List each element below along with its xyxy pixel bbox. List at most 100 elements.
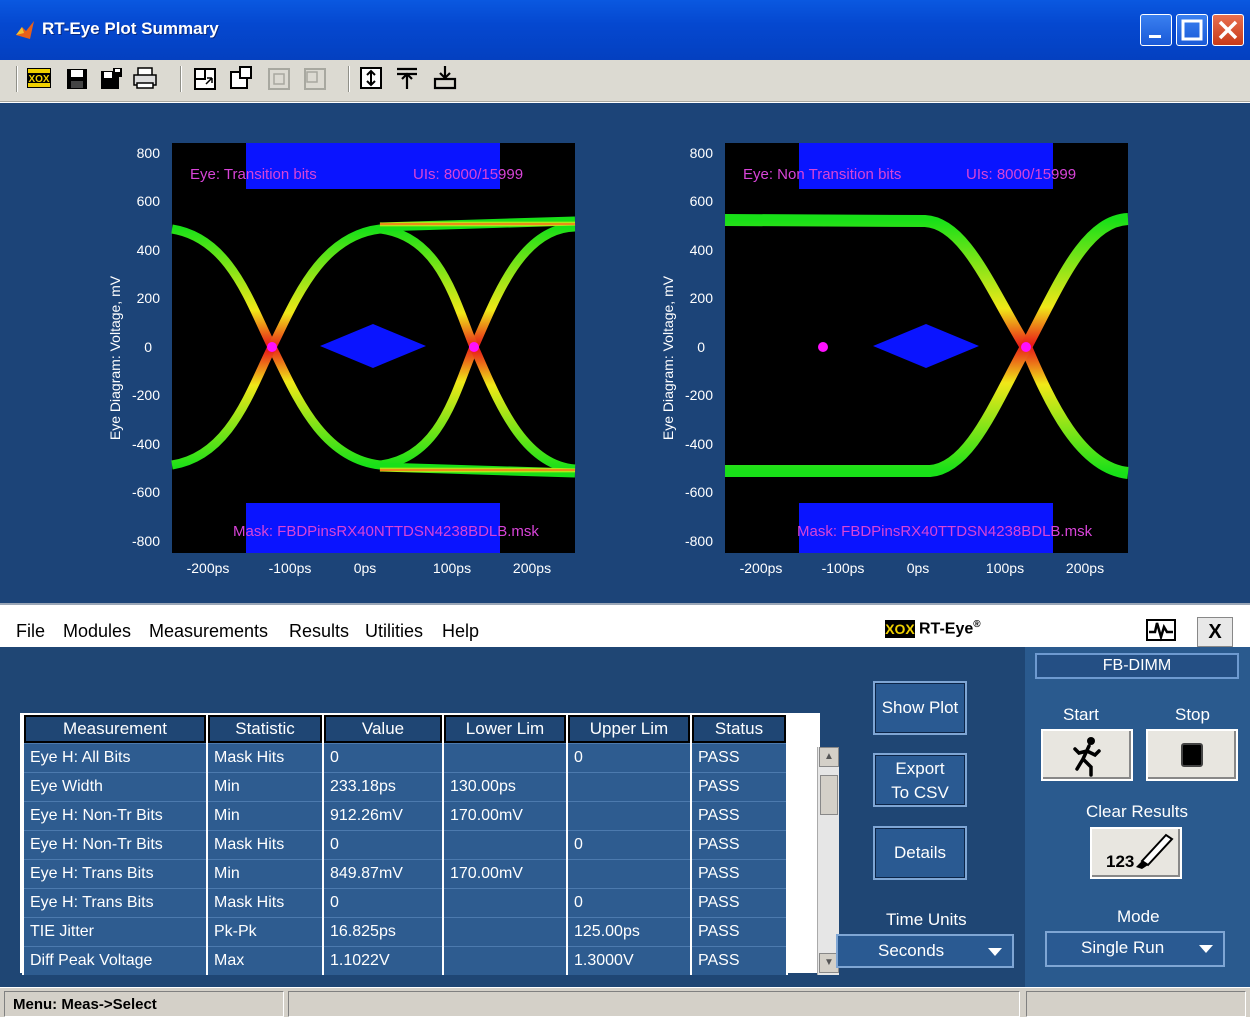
eye-plots: Eye Diagram: Voltage, mV 800 600 400 200… bbox=[107, 143, 1130, 576]
cell-upper-lim: 1.3000V bbox=[568, 946, 690, 975]
cell-lower-lim: 130.00ps bbox=[444, 772, 566, 801]
chevron-down-icon bbox=[1199, 945, 1213, 953]
runner-icon bbox=[1073, 737, 1101, 777]
cell-statistic: Mask Hits bbox=[208, 743, 322, 772]
table-row[interactable]: Eye H: Trans Bits Min 849.87mV 170.00mV PASS bbox=[24, 859, 786, 888]
table-row[interactable]: Eye H: Trans Bits Mask Hits 0 0 PASS bbox=[24, 888, 786, 917]
table-row[interactable]: TIE Jitter Pk-Pk 16.825ps 125.00ps PASS bbox=[24, 917, 786, 946]
y-axis-label: Eye Diagram: Voltage, mV bbox=[660, 275, 676, 440]
y-tick: 0 bbox=[144, 339, 152, 355]
y-tick: 800 bbox=[690, 145, 714, 161]
table-row[interactable]: Diff Peak Voltage Max 1.1022V 1.3000V PASS bbox=[24, 946, 786, 975]
show-plot-button[interactable]: Show Plot bbox=[873, 681, 967, 735]
cell-upper-lim: 125.00ps bbox=[568, 917, 690, 946]
table-row[interactable]: Eye H: All Bits Mask Hits 0 0 PASS bbox=[24, 743, 786, 772]
tile-icon[interactable] bbox=[192, 64, 218, 92]
rt-eye-icon[interactable]: XOX bbox=[26, 64, 52, 92]
scroll-up-button[interactable]: ▲ bbox=[819, 747, 839, 767]
toolbar-separator bbox=[16, 66, 18, 92]
save-icon[interactable] bbox=[64, 64, 90, 92]
x-tick: -200ps bbox=[187, 560, 230, 576]
undock-icon bbox=[304, 68, 326, 90]
table-row[interactable]: Eye Width Min 233.18ps 130.00ps PASS bbox=[24, 772, 786, 801]
cascade-icon[interactable] bbox=[228, 64, 254, 92]
cell-measurement: TIE Jitter bbox=[24, 917, 206, 946]
cell-lower-lim bbox=[444, 917, 566, 946]
menu-help[interactable]: Help bbox=[442, 621, 479, 642]
col-lower-lim[interactable]: Lower Lim bbox=[444, 715, 566, 743]
results-panel: Measurement Statistic Value Lower Lim Up… bbox=[0, 647, 1250, 987]
x-tick: -100ps bbox=[269, 560, 312, 576]
cell-lower-lim bbox=[444, 743, 566, 772]
menu-results[interactable]: Results bbox=[289, 621, 349, 642]
move-down-icon[interactable] bbox=[432, 64, 458, 92]
crossing-marker bbox=[267, 342, 277, 352]
fit-icon[interactable] bbox=[358, 64, 384, 92]
menu-measurements[interactable]: Measurements bbox=[149, 621, 268, 642]
close-panel-button[interactable]: X bbox=[1197, 617, 1233, 647]
x-tick: 200ps bbox=[1066, 560, 1104, 576]
time-units-select[interactable]: Seconds bbox=[836, 934, 1014, 968]
chevron-down-icon bbox=[988, 948, 1002, 956]
cell-statistic: Min bbox=[208, 772, 322, 801]
cell-upper-lim bbox=[568, 859, 690, 888]
plot-title: Eye: Non Transition bits bbox=[743, 166, 901, 183]
cell-statistic: Pk-Pk bbox=[208, 917, 322, 946]
plot-area: Eye Diagram: Voltage, mV 800 600 400 200… bbox=[0, 103, 1250, 603]
cell-lower-lim: 170.00mV bbox=[444, 859, 566, 888]
save-all-icon[interactable] bbox=[98, 64, 124, 92]
mode-select[interactable]: Single Run bbox=[1045, 931, 1225, 967]
col-upper-lim[interactable]: Upper Lim bbox=[568, 715, 690, 743]
cell-statistic: Mask Hits bbox=[208, 888, 322, 917]
results-table[interactable]: Measurement Statistic Value Lower Lim Up… bbox=[20, 713, 839, 975]
technology-label: FB-DIMM bbox=[1035, 653, 1239, 679]
transition-eye-plot: Eye Diagram: Voltage, mV 800 600 400 200… bbox=[107, 143, 576, 576]
scope-button[interactable] bbox=[1143, 617, 1179, 647]
eraser-icon: 123 bbox=[1106, 833, 1174, 871]
move-up-icon[interactable] bbox=[394, 64, 420, 92]
status-cell-right bbox=[1026, 991, 1246, 1017]
x-tick: 200ps bbox=[513, 560, 551, 576]
crossing-marker bbox=[469, 342, 479, 352]
mode-label: Mode bbox=[1117, 907, 1160, 926]
menu-file[interactable]: File bbox=[16, 621, 45, 642]
matlab-icon bbox=[16, 21, 34, 39]
close-window-button[interactable] bbox=[1212, 14, 1244, 46]
export-label-2: To CSV bbox=[891, 783, 949, 802]
print-icon[interactable] bbox=[132, 64, 158, 92]
cell-value: 16.825ps bbox=[324, 917, 442, 946]
cell-upper-lim bbox=[568, 801, 690, 830]
brand-name: RT-Eye bbox=[919, 620, 974, 638]
non-transition-eye-plot: Eye Diagram: Voltage, mV 800 600 400 200… bbox=[660, 143, 1130, 576]
menu-utilities[interactable]: Utilities bbox=[365, 621, 423, 642]
y-tick: 800 bbox=[137, 145, 161, 161]
cell-value: 1.1022V bbox=[324, 946, 442, 975]
col-statistic[interactable]: Statistic bbox=[208, 715, 322, 743]
col-status[interactable]: Status bbox=[692, 715, 786, 743]
col-value[interactable]: Value bbox=[324, 715, 442, 743]
minimize-button[interactable] bbox=[1140, 14, 1172, 46]
stop-button[interactable] bbox=[1146, 729, 1238, 781]
cell-measurement: Eye H: All Bits bbox=[24, 743, 206, 772]
x-axis-ticks: -200ps -100ps 0ps 100ps 200ps bbox=[740, 560, 1104, 576]
y-tick: 400 bbox=[137, 242, 161, 258]
title-bar[interactable]: RT-Eye Plot Summary bbox=[0, 0, 1250, 60]
cell-status: PASS bbox=[692, 743, 786, 772]
plot-title: Eye: Transition bits bbox=[190, 166, 317, 183]
menu-modules[interactable]: Modules bbox=[63, 621, 131, 642]
status-text: Menu: Meas->Select bbox=[4, 991, 284, 1017]
y-tick: 200 bbox=[137, 290, 161, 306]
cell-value: 0 bbox=[324, 743, 442, 772]
cell-status: PASS bbox=[692, 830, 786, 859]
table-row[interactable]: Eye H: Non-Tr Bits Mask Hits 0 0 PASS bbox=[24, 830, 786, 859]
maximize-button[interactable] bbox=[1176, 14, 1208, 46]
clear-results-button[interactable]: 123 bbox=[1090, 827, 1182, 879]
table-row[interactable]: Eye H: Non-Tr Bits Min 912.26mV 170.00mV PAS… bbox=[24, 801, 786, 830]
toolbar-separator bbox=[180, 66, 182, 92]
scroll-thumb[interactable] bbox=[820, 775, 838, 815]
export-csv-button[interactable]: Export To CSV bbox=[873, 753, 967, 807]
col-measurement[interactable]: Measurement bbox=[24, 715, 206, 743]
menu-bar: File Modules Measurements Results Utilit… bbox=[0, 603, 1250, 647]
start-button[interactable] bbox=[1041, 729, 1133, 781]
details-button[interactable]: Details bbox=[873, 826, 967, 880]
